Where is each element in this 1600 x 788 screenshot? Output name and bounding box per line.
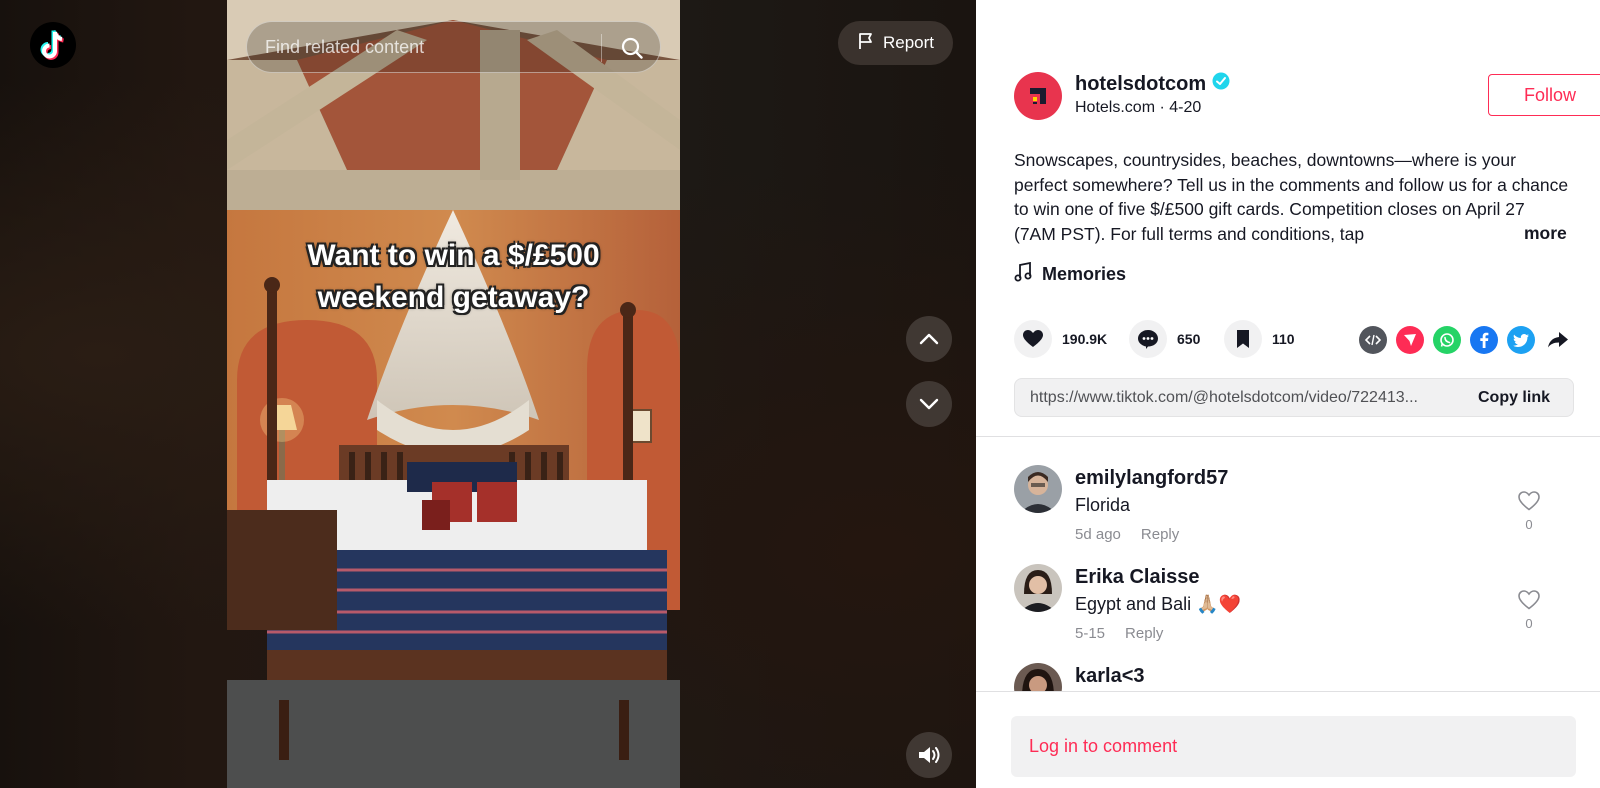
search-bar xyxy=(246,21,661,73)
comment-item: Erika Claisse Egypt and Bali 🙏🏼❤️ 5-15 R… xyxy=(1014,564,1574,656)
video-frame[interactable] xyxy=(227,0,680,788)
report-label: Report xyxy=(882,33,935,52)
volume-icon xyxy=(919,747,940,763)
search-icon[interactable] xyxy=(618,34,646,62)
share-arrow-icon[interactable] xyxy=(1544,326,1572,354)
video-link-box: https://www.tiktok.com/@hotelsdotcom/vid… xyxy=(1014,378,1574,417)
whatsapp-icon[interactable] xyxy=(1433,326,1461,354)
tiktok-logo[interactable] xyxy=(30,22,76,68)
video-url[interactable]: https://www.tiktok.com/@hotelsdotcom/vid… xyxy=(1015,389,1455,407)
subline-separator: · xyxy=(1159,99,1170,116)
music-link[interactable]: Memories xyxy=(1014,261,1127,287)
comment-icon[interactable] xyxy=(1129,320,1167,358)
video-details-panel: hotelsdotcom Hotels.com · 4-20 Follow Sn… xyxy=(976,0,1600,788)
heart-outline-icon xyxy=(1518,491,1540,511)
comment-item: emilylangford57 Florida 5d ago Reply 0 xyxy=(1014,465,1574,557)
tiktok-logo-icon xyxy=(40,30,64,60)
author-row: hotelsdotcom Hotels.com · 4-20 Follow xyxy=(1014,72,1600,122)
author-display-name: Hotels.com xyxy=(1075,99,1156,116)
caption-line-2: weekend getaway? xyxy=(317,281,590,314)
next-video-button[interactable] xyxy=(906,381,952,427)
like-count: 190.9K xyxy=(1062,331,1108,347)
author-avatar[interactable] xyxy=(1014,72,1062,120)
copy-link-button[interactable]: Copy link xyxy=(1455,379,1573,416)
commenter-avatar[interactable] xyxy=(1014,663,1062,691)
hotels-logo-icon xyxy=(1026,84,1050,108)
twitter-icon[interactable] xyxy=(1507,326,1535,354)
video-player-area[interactable]: Want to win a $/£500 weekend getaway? Re… xyxy=(0,0,976,788)
commenter-avatar[interactable] xyxy=(1014,465,1062,513)
comment-like[interactable]: 0 xyxy=(1514,491,1544,532)
comment-meta: 5-15 Reply xyxy=(1075,625,1163,642)
save-stat: 110 xyxy=(1224,320,1295,358)
author-username[interactable]: hotelsdotcom xyxy=(1075,72,1230,96)
heart-icon[interactable] xyxy=(1014,320,1052,358)
author-username-text: hotelsdotcom xyxy=(1075,72,1207,95)
bookmark-icon[interactable] xyxy=(1224,320,1262,358)
search-divider xyxy=(601,34,602,62)
comment-like-count: 0 xyxy=(1525,616,1533,631)
chevron-down-icon xyxy=(919,398,939,410)
search-input[interactable] xyxy=(265,36,595,58)
comment-item: karla<3 xyxy=(1014,663,1574,691)
comment-username[interactable]: emilylangford57 xyxy=(1075,467,1228,490)
previous-video-button[interactable] xyxy=(906,316,952,362)
heart-outline-icon xyxy=(1518,590,1540,610)
comment-meta: 5d ago Reply xyxy=(1075,526,1179,543)
music-title: Memories xyxy=(1042,264,1127,284)
commenter-avatar[interactable] xyxy=(1014,564,1062,612)
reply-button[interactable]: Reply xyxy=(1141,526,1179,543)
save-count: 110 xyxy=(1272,331,1295,347)
send-to-friends-icon[interactable] xyxy=(1396,326,1424,354)
author-subline: Hotels.com · 4-20 xyxy=(1075,99,1201,117)
comment-time: 5d ago xyxy=(1075,526,1121,543)
comment-list[interactable]: emilylangford57 Florida 5d ago Reply 0 E… xyxy=(976,437,1600,691)
post-date: 4-20 xyxy=(1169,99,1202,116)
video-description: Snowscapes, countrysides, beaches, downt… xyxy=(1014,150,1569,244)
follow-button[interactable]: Follow xyxy=(1488,74,1600,116)
music-note-icon xyxy=(1014,261,1032,287)
chevron-up-icon xyxy=(919,333,939,345)
caption-line-1: Want to win a $/£500 xyxy=(307,239,600,272)
comment-username[interactable]: Erika Claisse xyxy=(1075,566,1200,589)
description-more-link[interactable]: more xyxy=(1520,223,1567,244)
report-button[interactable]: Report xyxy=(838,21,953,65)
comment-text: Egypt and Bali 🙏🏼❤️ xyxy=(1075,594,1241,614)
login-to-comment-button[interactable]: Log in to comment xyxy=(1011,716,1576,777)
verified-badge-icon xyxy=(1212,72,1230,96)
facebook-icon[interactable] xyxy=(1470,326,1498,354)
reply-button[interactable]: Reply xyxy=(1125,625,1163,642)
comment-like-count: 0 xyxy=(1525,517,1533,532)
video-still-bedroom xyxy=(227,0,680,788)
comment-footer-divider xyxy=(976,691,1600,692)
volume-button[interactable] xyxy=(906,732,952,778)
flag-icon xyxy=(857,32,875,55)
comment-stat: 650 xyxy=(1129,320,1200,358)
like-stat: 190.9K xyxy=(1014,320,1107,358)
embed-icon[interactable] xyxy=(1359,326,1387,354)
comment-like[interactable]: 0 xyxy=(1514,590,1544,631)
engagement-row: 190.9K 650 110 xyxy=(1014,320,1574,360)
video-caption: Want to win a $/£500 weekend getaway? xyxy=(227,235,680,319)
comment-count: 650 xyxy=(1177,331,1201,347)
comment-time: 5-15 xyxy=(1075,625,1106,642)
comment-text: Florida xyxy=(1075,495,1131,515)
comment-username[interactable]: karla<3 xyxy=(1075,665,1145,688)
